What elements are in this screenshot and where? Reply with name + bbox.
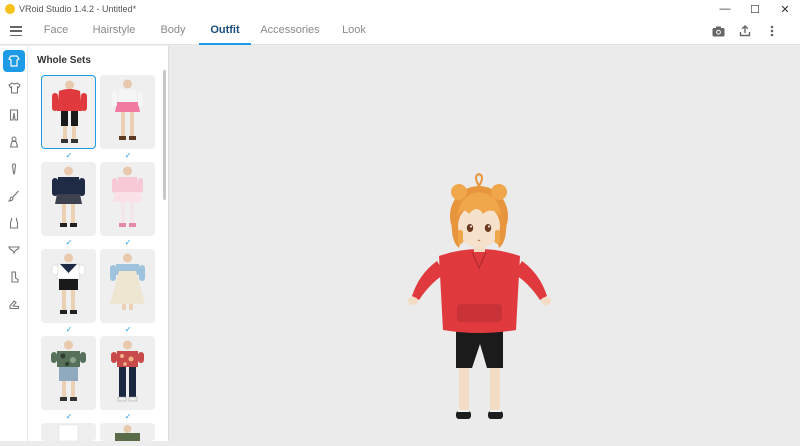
outfit-thumbnail-red-hoodie[interactable] (41, 75, 96, 149)
avatar-model (408, 172, 551, 419)
window-controls: — ☐ ✕ (710, 0, 800, 18)
tab-look[interactable]: Look (337, 18, 371, 45)
underwear-icon[interactable] (3, 239, 25, 261)
panel-title: Whole Sets (37, 55, 91, 66)
outfit-thumbnail-white[interactable] (41, 423, 96, 441)
brush-icon[interactable] (3, 185, 25, 207)
check-icon: ✓ (65, 412, 73, 421)
outfit-thumbnail-navy-school[interactable] (41, 162, 96, 236)
app-logo-icon (5, 4, 15, 14)
tank-icon[interactable] (3, 212, 25, 234)
outfit-thumbnail-pink-maid[interactable] (100, 162, 155, 236)
camera-icon[interactable] (710, 23, 726, 39)
share-icon[interactable] (737, 23, 753, 39)
check-icon: ✓ (65, 325, 73, 334)
tab-body[interactable]: Body (156, 18, 190, 45)
tab-outfit[interactable]: Outfit (199, 18, 251, 45)
tie-icon[interactable] (3, 158, 25, 180)
close-button[interactable]: ✕ (770, 0, 800, 18)
window-title: VRoid Studio 1.4.2 - Untitled* (19, 4, 137, 14)
tab-accessories[interactable]: Accessories (258, 18, 322, 45)
avatar-viewport[interactable] (169, 46, 800, 441)
main-tab-bar: Face Hairstyle Body Outfit Accessories L… (0, 18, 800, 45)
more-icon[interactable] (764, 23, 780, 39)
shoe-icon[interactable] (3, 293, 25, 315)
whole-set-icon[interactable] (3, 50, 25, 72)
outfit-thumbnail-dress-jacket[interactable] (100, 249, 155, 323)
panel-scrollbar[interactable] (163, 70, 166, 200)
hamburger-menu-icon[interactable] (8, 24, 24, 38)
pants-icon[interactable] (3, 104, 25, 126)
whole-sets-panel: Whole Sets ✓ ✓ ✓ ✓ ✓ ✓ ✓ ✓ (28, 46, 169, 441)
tab-face[interactable]: Face (38, 18, 74, 45)
minimize-button[interactable]: — (710, 0, 740, 18)
check-icon: ✓ (124, 325, 132, 334)
onepiece-icon[interactable] (3, 131, 25, 153)
title-bar: VRoid Studio 1.4.2 - Untitled* — ☐ ✕ (0, 0, 800, 18)
outfit-thumbnail-green-coat[interactable] (100, 423, 155, 441)
check-icon: ✓ (65, 151, 73, 160)
check-icon: ✓ (124, 412, 132, 421)
outfit-thumbnail-floral-shirt[interactable] (100, 336, 155, 410)
check-icon: ✓ (124, 151, 132, 160)
shirt-icon[interactable] (3, 77, 25, 99)
check-icon: ✓ (124, 238, 132, 247)
category-rail (0, 46, 28, 441)
maximize-button[interactable]: ☐ (740, 0, 770, 18)
tab-hairstyle[interactable]: Hairstyle (88, 18, 140, 45)
outfit-thumbnail-pink-school[interactable] (100, 75, 155, 149)
sock-icon[interactable] (3, 266, 25, 288)
check-icon: ✓ (65, 238, 73, 247)
outfit-thumbnail-camo-shirt[interactable] (41, 336, 96, 410)
outfit-thumbnail-sailor[interactable] (41, 249, 96, 323)
